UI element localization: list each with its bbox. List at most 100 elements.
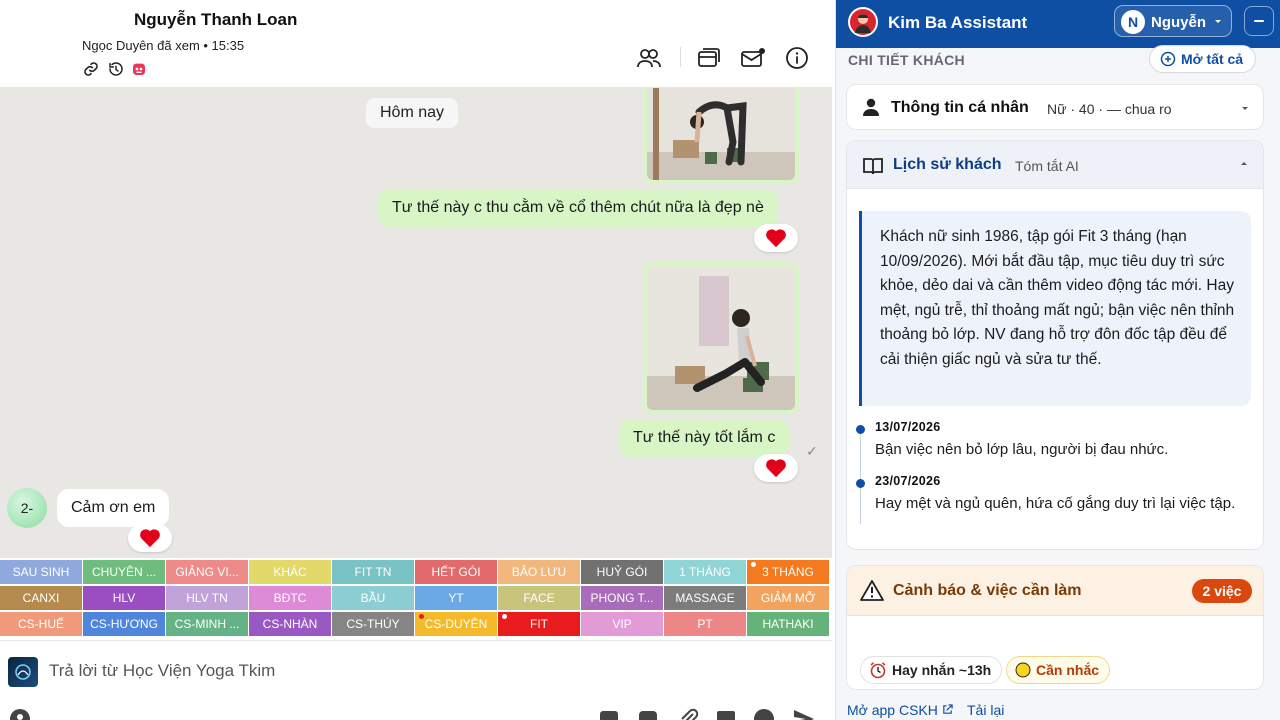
tag-chip[interactable]: CS-NHÀN — [249, 612, 331, 636]
alarm-clock-icon — [870, 662, 886, 679]
tag-chip[interactable]: BẢO LƯU — [498, 560, 580, 584]
reply-bar[interactable]: Trả lời từ Học Viện Yoga Tkim — [0, 640, 832, 720]
tag-chip[interactable]: CS-MINH ... — [166, 612, 248, 636]
seen-status: Ngọc Duyên đã xem • 15:35 — [82, 38, 245, 53]
assistant-logo-icon — [848, 7, 878, 37]
assistant-panel: Kim Ba Assistant N Nguyễn CHI TIẾT KHÁCH… — [835, 0, 1280, 720]
yoga-photo — [647, 266, 795, 410]
open-cskh-app-link[interactable]: Mở app CSKH — [847, 702, 953, 718]
yoga-photo — [647, 88, 795, 180]
image-icon[interactable] — [597, 707, 621, 720]
tag-chip[interactable]: CHUYÊN ... — [83, 560, 165, 584]
emoji-icon[interactable] — [752, 707, 776, 720]
tag-chip[interactable]: CS-DUYÊN — [415, 612, 497, 636]
reaction-heart[interactable] — [754, 224, 798, 252]
message-in[interactable]: Cảm ơn em — [57, 489, 170, 527]
day-divider: Hôm nay — [366, 98, 459, 128]
tag-chip[interactable]: HUỶ GÓI — [581, 560, 663, 584]
tag-chip[interactable]: FIT — [498, 612, 580, 636]
warnings-card: Cảnh báo & việc cần làm 2 việc Hay nhắn … — [846, 565, 1264, 690]
tag-chip[interactable]: SAU SINH — [0, 560, 82, 584]
reload-link[interactable]: Tải lại — [967, 702, 1004, 718]
attach-icon[interactable] — [676, 707, 700, 720]
personal-info-title: Thông tin cá nhân — [891, 99, 1029, 116]
history-title: Lịch sử khách — [893, 156, 1002, 173]
tag-chip[interactable]: KHÁC — [249, 560, 331, 584]
tag-chip[interactable]: HATHAKI — [747, 612, 829, 636]
page-logo-icon — [8, 657, 38, 687]
photo-message[interactable] — [643, 262, 799, 414]
message-list[interactable]: Hôm nay Tư thế này c thu cằm về cổ thêm … — [0, 88, 832, 558]
history-subtitle: Tóm tắt AI — [1015, 158, 1079, 174]
tag-dot-icon — [502, 614, 507, 619]
tag-chip[interactable]: CS-HƯƠNG — [83, 612, 165, 636]
tag-chip[interactable]: FIT TN — [332, 560, 414, 584]
open-app-label: Mở app CSKH — [847, 702, 938, 718]
gallery-icon[interactable] — [714, 707, 738, 720]
chevron-down-icon — [1242, 107, 1248, 110]
photo-message[interactable] — [643, 88, 799, 184]
personal-info-card[interactable]: Thông tin cá nhân Nữ · 40 · — chua ro — [846, 84, 1264, 130]
warning-icon — [860, 580, 884, 601]
reminder-chip[interactable]: Cần nhắc — [1006, 656, 1111, 684]
send-icon[interactable] — [792, 707, 816, 720]
open-all-label: Mở tất cả — [1181, 51, 1244, 67]
message-out[interactable]: Tư thế này tốt lắm c — [619, 419, 790, 457]
tag-chip[interactable]: 1 THÁNG — [664, 560, 746, 584]
user-menu-button[interactable]: N Nguyễn — [1114, 5, 1232, 37]
tag-chip[interactable]: HLV — [83, 586, 165, 610]
reply-input[interactable]: Trả lời từ Học Viện Yoga Tkim — [49, 661, 275, 681]
reaction-heart[interactable] — [754, 454, 798, 482]
tag-chip[interactable]: CS-HUẾ — [0, 612, 82, 636]
tag-chip[interactable]: PT — [664, 612, 746, 636]
tag-chip[interactable]: BẦU — [332, 586, 414, 610]
reaction-heart[interactable] — [128, 524, 172, 552]
avatar[interactable]: 2- — [7, 488, 47, 528]
mail-icon[interactable] — [740, 45, 766, 71]
timeline-text: Hay mệt và ngủ quên, hứa cố gắng duy trì… — [875, 495, 1236, 512]
tag-chip[interactable]: MASSAGE — [664, 586, 746, 610]
tag-chip[interactable]: GIẢNG VI... — [166, 560, 248, 584]
tag-chip[interactable]: VIP — [581, 612, 663, 636]
tag-chip[interactable]: HLV TN — [166, 586, 248, 610]
warnings-header[interactable]: Cảnh báo & việc cần làm 2 việc — [847, 566, 1263, 616]
assistant-title: Kim Ba Assistant — [888, 13, 1028, 32]
timeline-dot — [856, 425, 865, 434]
message-out[interactable]: Tư thế này c thu cằm về cổ thêm chút nữa… — [378, 189, 778, 227]
members-icon[interactable] — [636, 45, 662, 71]
location-icon[interactable] — [8, 707, 32, 720]
timeline-line — [860, 429, 861, 524]
tag-chip[interactable]: CANXI — [0, 586, 82, 610]
chevron-down-icon — [1215, 20, 1221, 23]
personal-info-summary: Nữ · 40 · — chua ro — [1047, 101, 1172, 117]
tag-chip[interactable]: YT — [415, 586, 497, 610]
tag-chip[interactable]: HẾT GÓI — [415, 560, 497, 584]
tag-chip[interactable]: BĐTC — [249, 586, 331, 610]
history-icon[interactable] — [107, 60, 125, 78]
yellow-circle-icon — [1015, 662, 1031, 678]
tag-chip[interactable]: 3 THÁNG — [747, 560, 829, 584]
tag-chip[interactable]: GIẢM MỠ — [747, 586, 829, 610]
link-icon[interactable] — [82, 60, 100, 78]
open-all-button[interactable]: Mở tất cả — [1149, 45, 1257, 73]
chip-label: Cần nhắc — [1036, 662, 1100, 678]
tag-chip[interactable]: FACE — [498, 586, 580, 610]
chevron-up-icon — [1241, 162, 1247, 165]
contact-name[interactable]: Nguyễn Thanh Loan — [134, 10, 297, 30]
tag-grid: SAU SINH CHUYÊN ... GIẢNG VI... KHÁC FIT TN H… — [0, 560, 832, 638]
sticker-icon[interactable] — [636, 707, 660, 720]
chip-label: Hay nhắn ~13h — [892, 662, 992, 678]
tag-chip[interactable]: CS-THÚY — [332, 612, 414, 636]
minimize-button[interactable] — [1244, 6, 1274, 36]
history-header[interactable]: Lịch sử khách Tóm tắt AI — [847, 141, 1263, 189]
user-name: Nguyễn — [1151, 14, 1207, 31]
info-icon[interactable] — [784, 45, 810, 71]
media-icon[interactable] — [696, 45, 722, 71]
reply-time-chip[interactable]: Hay nhắn ~13h — [860, 656, 1003, 684]
task-count-badge: 2 việc — [1192, 579, 1252, 603]
tag-chip[interactable]: PHONG T... — [581, 586, 663, 610]
chat-header: Nguyễn Thanh Loan Ngọc Duyên đã xem • 15… — [0, 0, 832, 88]
plus-circle-icon — [1160, 51, 1176, 67]
bot-icon[interactable] — [130, 60, 148, 78]
timeline-date: 13/07/2026 — [875, 420, 941, 434]
